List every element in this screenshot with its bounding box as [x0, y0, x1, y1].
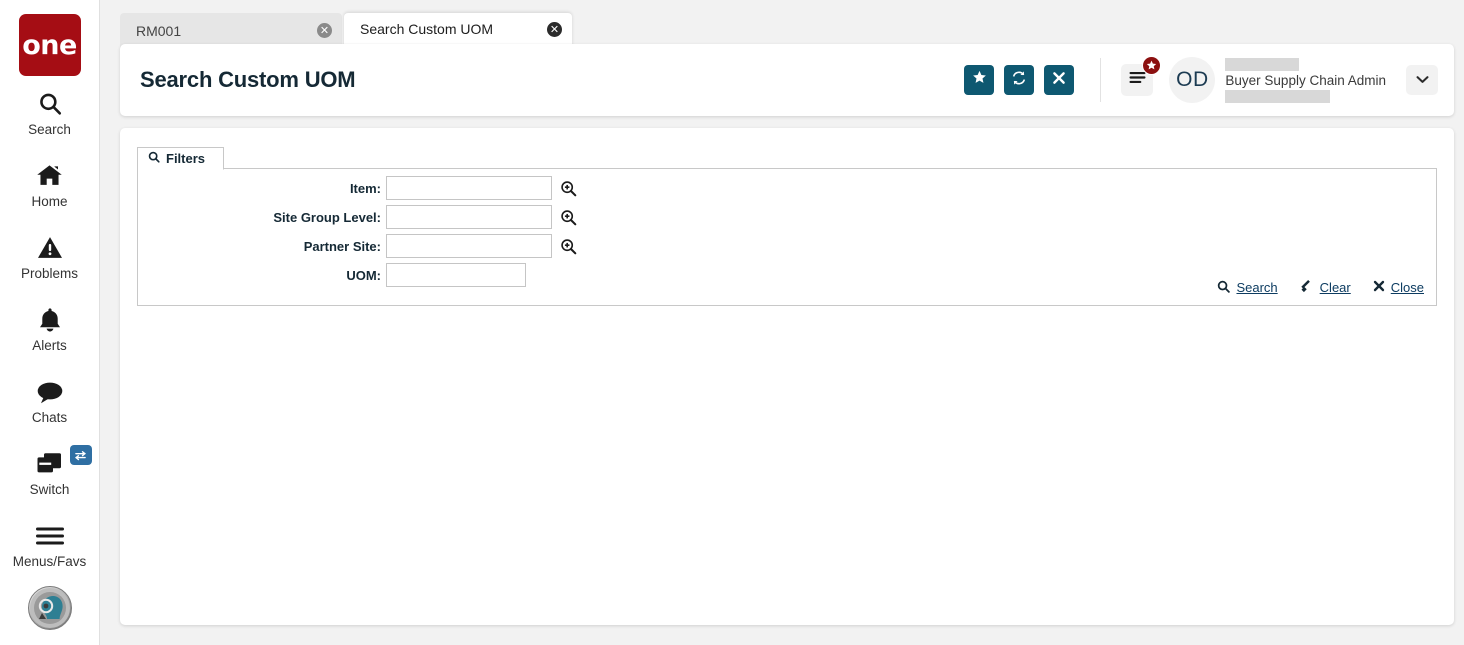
sidebar-item-label: Home — [31, 193, 68, 209]
sidebar-item-switch[interactable]: Switch — [0, 437, 100, 508]
search-icon — [37, 89, 63, 119]
sidebar-item-alerts[interactable]: Alerts — [0, 293, 100, 364]
search-icon — [148, 151, 160, 166]
uom-input[interactable] — [386, 263, 526, 287]
filter-row-site-group-level: Site Group Level: — [138, 205, 577, 229]
close-circle-icon[interactable]: ✕ — [317, 23, 332, 38]
user-info: Buyer Supply Chain Admin — [1225, 55, 1386, 105]
zoom-in-icon[interactable] — [560, 238, 577, 255]
refresh-icon — [1011, 70, 1027, 91]
redacted-user-name — [1225, 57, 1300, 71]
x-icon — [1052, 71, 1066, 90]
zoom-in-icon[interactable] — [560, 180, 577, 197]
brand-logo-text: one — [22, 29, 77, 61]
tab-label: Search Custom UOM — [360, 21, 494, 37]
filter-row-uom: UOM: — [138, 263, 526, 287]
close-button[interactable] — [1044, 65, 1075, 95]
brand-logo[interactable]: one — [18, 14, 81, 76]
header-actions: OD Buyer Supply Chain Admin — [954, 55, 1454, 105]
sidebar-item-label: Alerts — [32, 337, 67, 353]
sidebar-item-search[interactable]: Search — [0, 77, 100, 148]
filter-label: UOM: — [346, 267, 381, 283]
filters-tabstrip: Filters — [137, 147, 1437, 170]
clear-action[interactable]: Clear — [1300, 279, 1351, 296]
tab-filters-label: Filters — [166, 151, 206, 166]
sidebar-item-chats[interactable]: Chats — [0, 365, 100, 436]
chevron-down-icon — [1415, 71, 1429, 89]
filter-actions: Search Clear Close — [1217, 279, 1424, 296]
filters-panel: Item: Site Group Level: Partner Site: UO… — [137, 169, 1437, 306]
item-input[interactable] — [386, 176, 552, 200]
tab-bar: RM001 ✕ Search Custom UOM ✕ — [110, 0, 1464, 48]
user-orb-icon[interactable] — [27, 586, 72, 630]
browser-tab-search-custom-uom[interactable]: Search Custom UOM ✕ — [344, 13, 572, 48]
sidebar-item-menus-favs[interactable]: Menus/Favs — [0, 509, 100, 580]
filter-row-partner-site: Partner Site: — [138, 234, 577, 258]
hamburger-icon — [35, 521, 65, 551]
bell-icon — [38, 305, 62, 335]
sidebar: one Search Home Problems Alerts Chats Sw… — [0, 0, 100, 645]
redacted-user-org — [1225, 89, 1331, 103]
page-header: Search Custom UOM OD Buyer Supply Chain … — [120, 44, 1454, 116]
header-menu-button[interactable] — [1121, 56, 1162, 96]
close-action-label: Close — [1390, 280, 1424, 295]
star-icon — [1142, 56, 1162, 75]
sidebar-item-label: Chats — [31, 409, 68, 425]
header-divider — [1100, 58, 1102, 102]
star-icon — [972, 70, 987, 90]
tab-filters[interactable]: Filters — [137, 147, 225, 170]
zoom-in-icon[interactable] — [560, 209, 577, 226]
favorite-button[interactable] — [964, 65, 995, 95]
sidebar-item-label: Problems — [20, 265, 79, 281]
close-circle-icon[interactable]: ✕ — [547, 21, 562, 37]
partner-site-input[interactable] — [386, 234, 552, 258]
main-content: Filters Item: Site Group Level: Partner … — [120, 128, 1454, 625]
site-group-level-input[interactable] — [386, 205, 552, 229]
refresh-button[interactable] — [1004, 65, 1035, 95]
clear-action-label: Clear — [1319, 280, 1351, 295]
warning-triangle-icon — [37, 233, 63, 263]
search-action-label: Search — [1236, 280, 1278, 295]
avatar-initials: OD — [1176, 68, 1209, 91]
swap-arrows-icon[interactable] — [69, 445, 92, 465]
home-icon — [36, 161, 63, 191]
user-menu-button[interactable] — [1406, 65, 1438, 95]
filter-label: Partner Site: — [303, 238, 381, 254]
sidebar-item-home[interactable]: Home — [0, 149, 100, 220]
windows-stack-icon — [35, 449, 65, 479]
hamburger-icon — [1129, 71, 1146, 89]
avatar[interactable]: OD — [1169, 57, 1216, 103]
tab-label: RM001 — [136, 22, 182, 39]
filter-label: Site Group Level: — [273, 209, 381, 225]
page-title: Search Custom UOM — [140, 67, 356, 92]
filter-row-item: Item: — [138, 176, 577, 200]
browser-tab-rm001[interactable]: RM001 ✕ — [120, 13, 342, 48]
sidebar-item-label: Search — [28, 121, 71, 137]
filter-label: Item: — [349, 180, 381, 196]
close-action[interactable]: Close — [1373, 280, 1424, 295]
x-icon — [1373, 280, 1385, 295]
sidebar-item-label: Menus/Favs — [12, 553, 87, 569]
sidebar-item-label: Switch — [29, 481, 70, 497]
sidebar-item-problems[interactable]: Problems — [0, 221, 100, 292]
eraser-icon — [1300, 279, 1314, 296]
search-icon — [1217, 280, 1231, 296]
chat-bubble-icon — [36, 377, 64, 407]
search-action[interactable]: Search — [1217, 280, 1278, 296]
user-role-label: Buyer Supply Chain Admin — [1225, 72, 1386, 88]
